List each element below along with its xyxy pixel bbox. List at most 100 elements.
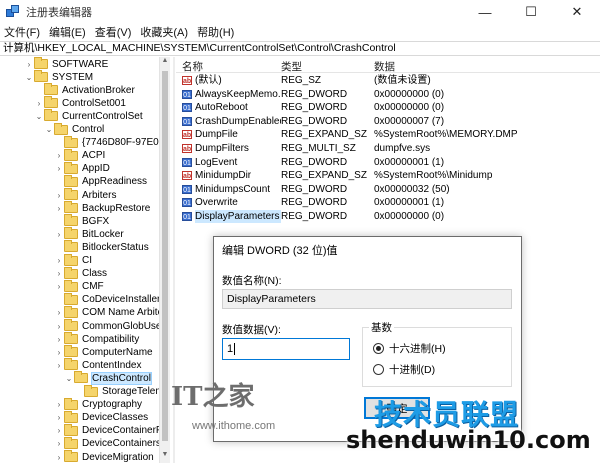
binary-value-icon: 01 xyxy=(182,157,192,167)
tree-item[interactable]: › BitLocker xyxy=(54,227,124,241)
tree-item-label: BitLocker xyxy=(82,228,124,240)
maximize-button[interactable]: ☐ xyxy=(508,0,554,24)
tree-item[interactable]: › Class xyxy=(54,266,107,281)
tree-expander-icon[interactable]: › xyxy=(54,348,64,357)
tree-item[interactable]: › DeviceContainerPr xyxy=(54,423,166,438)
tree-expander-icon[interactable]: › xyxy=(54,426,64,435)
value-data: 0x00000032 (50) xyxy=(374,183,450,195)
tree-item[interactable]: StorageTeleme xyxy=(74,384,169,399)
tree-item[interactable]: › Arbiters xyxy=(54,188,116,202)
tree-item[interactable]: CoDeviceInstallers xyxy=(54,292,165,307)
folder-icon xyxy=(64,266,78,279)
folder-icon xyxy=(64,279,78,292)
tree-expander-icon[interactable]: › xyxy=(24,60,34,69)
column-header-name[interactable]: 名称 xyxy=(182,59,203,74)
value-row[interactable]: 01 LogEvent REG_DWORD 0x00000001 (1) xyxy=(176,156,600,170)
tree-expander-icon[interactable]: › xyxy=(54,400,64,409)
tree-item[interactable]: › DeviceClasses xyxy=(54,410,148,425)
site-watermark: shenduwin10.com xyxy=(346,426,591,454)
tree-expander-icon[interactable]: › xyxy=(34,99,44,108)
tree-expander-icon[interactable]: › xyxy=(54,269,64,278)
value-name: DumpFilters xyxy=(195,143,249,154)
value-row[interactable]: ab DumpFile REG_EXPAND_SZ %SystemRoot%\MEMO… xyxy=(176,128,600,142)
tree-item[interactable]: ⌄ CrashControl xyxy=(64,371,152,385)
tree-item[interactable]: AppReadiness xyxy=(54,174,147,189)
tree-expander-icon[interactable]: ⌄ xyxy=(44,125,54,134)
folder-icon xyxy=(64,240,78,253)
tree-item-label: SYSTEM xyxy=(52,71,94,83)
radio-decimal[interactable]: 十进制(D) xyxy=(373,362,435,377)
tree-expander-icon[interactable]: › xyxy=(54,164,64,173)
value-data-input[interactable]: 1 xyxy=(222,338,350,360)
menu-edit[interactable]: 编辑(E) xyxy=(49,24,86,40)
tree-item[interactable]: › ACPI xyxy=(54,148,105,163)
column-header-data[interactable]: 数据 xyxy=(374,59,395,74)
menu-file[interactable]: 文件(F) xyxy=(4,24,40,40)
close-button[interactable]: ✕ xyxy=(554,0,600,24)
tree-expander-icon[interactable]: ⌄ xyxy=(24,73,34,82)
tree-scrollbar[interactable]: ▲ ▼ xyxy=(159,57,170,463)
tree-expander-icon[interactable]: › xyxy=(54,191,64,200)
value-row[interactable]: ab DumpFilters REG_MULTI_SZ dumpfve.sys xyxy=(176,142,600,156)
tree-item[interactable]: BitlockerStatus xyxy=(54,240,149,254)
tree-item[interactable]: › CMF xyxy=(54,279,104,294)
tree-expander-icon[interactable]: › xyxy=(54,361,64,370)
scrollbar-thumb[interactable] xyxy=(162,71,168,441)
menu-favorites[interactable]: 收藏夹(A) xyxy=(140,24,188,40)
tree-item[interactable]: › CI xyxy=(54,253,92,268)
value-row[interactable]: 01 CrashDumpEnabled REG_DWORD 0x00000007 (7… xyxy=(176,115,600,129)
tree-expander-icon[interactable]: › xyxy=(54,439,64,448)
tree-item[interactable]: › DeviceContainers xyxy=(54,436,161,451)
tree-expander-icon[interactable]: › xyxy=(54,322,64,331)
tree-item[interactable]: › SOFTWARE xyxy=(24,57,108,71)
tree-expander-icon[interactable]: › xyxy=(54,335,64,344)
scroll-down-icon[interactable]: ▼ xyxy=(160,451,170,463)
tree-expander-icon[interactable]: › xyxy=(54,453,64,462)
tree-item[interactable]: › DeviceMigration xyxy=(54,450,154,463)
value-row[interactable]: 01 MinidumpsCount REG_DWORD 0x00000032 (50) xyxy=(176,183,600,197)
tree-expander-icon[interactable]: › xyxy=(54,151,64,160)
tree-expander-icon[interactable]: ⌄ xyxy=(34,112,44,121)
tree-item[interactable]: ActivationBroker xyxy=(34,83,135,97)
address-bar[interactable]: 计算机\HKEY_LOCAL_MACHINE\SYSTEM\CurrentCon… xyxy=(0,41,600,56)
value-name-field[interactable]: DisplayParameters xyxy=(222,289,512,309)
tree-item-label: SOFTWARE xyxy=(52,58,109,70)
value-row[interactable]: 01 Overwrite REG_DWORD 0x00000001 (1) xyxy=(176,196,600,210)
tree-item[interactable]: › ContentIndex xyxy=(54,358,142,372)
tree-expander-icon[interactable]: › xyxy=(54,256,64,265)
tree-item-label: ControlSet001 xyxy=(62,97,126,109)
menu-help[interactable]: 帮助(H) xyxy=(197,24,234,40)
value-row[interactable]: 01 AlwaysKeepMemo... REG_DWORD 0x00000000 (… xyxy=(176,88,600,102)
tree-item[interactable]: › BackupRestore xyxy=(54,201,150,215)
tree-expander-icon[interactable]: › xyxy=(54,413,64,422)
tree-expander-icon[interactable]: › xyxy=(54,230,64,239)
column-header-type[interactable]: 类型 xyxy=(281,59,302,74)
tree-item[interactable]: › COM Name Arbiter xyxy=(54,305,166,320)
tree-expander-icon[interactable]: › xyxy=(54,282,64,291)
radio-hexadecimal[interactable]: 十六进制(H) xyxy=(373,341,446,356)
tree-item[interactable]: › ComputerName xyxy=(54,345,153,359)
menu-view[interactable]: 查看(V) xyxy=(95,24,132,40)
minimize-button[interactable]: — xyxy=(462,0,508,24)
tree-expander-icon[interactable]: ⌄ xyxy=(64,374,74,383)
tree-item[interactable]: BGFX xyxy=(54,214,109,228)
value-row[interactable]: ab MinidumpDir REG_EXPAND_SZ %SystemRoot%\M… xyxy=(176,169,600,183)
tree-item[interactable]: {7746D80F-97E0-4 xyxy=(54,135,168,150)
value-type: REG_SZ xyxy=(281,75,322,86)
tree-item[interactable]: ⌄ SYSTEM xyxy=(24,70,93,84)
value-row[interactable]: 01 DisplayParameters REG_DWORD 0x00000000 (… xyxy=(176,210,600,224)
scroll-up-icon[interactable]: ▲ xyxy=(160,57,170,69)
tree-expander-icon[interactable]: › xyxy=(54,204,64,213)
tree-item[interactable]: › Cryptography xyxy=(54,397,142,412)
value-row[interactable]: ab (默认) REG_SZ (数值未设置) xyxy=(176,74,600,88)
tree-item[interactable]: ⌄ CurrentControlSet xyxy=(34,109,143,123)
value-row[interactable]: 01 AutoReboot REG_DWORD 0x00000000 (0) xyxy=(176,101,600,115)
tree-item[interactable]: › Compatibility xyxy=(54,332,139,346)
folder-icon xyxy=(34,57,48,69)
tree-expander-icon[interactable]: › xyxy=(54,308,64,317)
tree-item[interactable]: › AppID xyxy=(54,161,110,176)
tree-item[interactable]: ⌄ Control xyxy=(44,122,104,137)
tree-item[interactable]: › CommonGlobUserS xyxy=(54,319,170,333)
tree-item[interactable]: › ControlSet001 xyxy=(34,96,126,110)
folder-icon xyxy=(44,96,58,109)
